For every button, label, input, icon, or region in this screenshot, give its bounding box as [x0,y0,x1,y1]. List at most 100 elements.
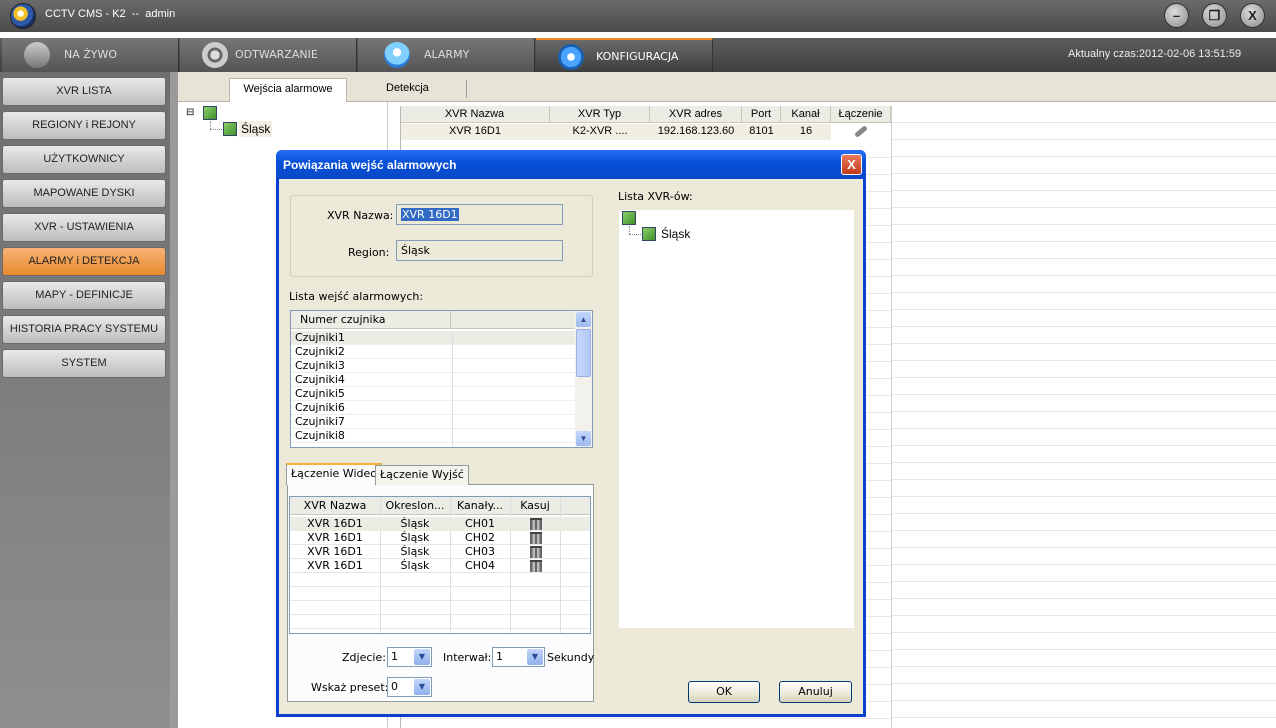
list-item[interactable]: Czujniki5 [291,387,575,401]
col-header[interactable]: XVR adres [650,106,742,123]
restore-button[interactable]: ❐ [1202,3,1227,28]
tab-konfiguracja[interactable]: KONFIGURACJA [536,38,713,72]
table-row[interactable]: XVR 16D1 Śląsk CH04 [290,559,590,573]
list-item[interactable]: Czujniki8 [291,429,575,443]
minimize-button[interactable]: – [1164,3,1189,28]
col-header-empty [451,311,575,329]
interval-label: Interwał: [443,651,492,664]
tree-connector [210,121,211,129]
table-row[interactable]: XVR 16D1 Śląsk CH03 [290,545,590,559]
list-item[interactable]: Czujniki4 [291,373,575,387]
window-title: CCTV CMS - K2 -- admin [45,8,176,20]
scroll-up-icon[interactable]: ▲ [576,312,591,327]
delete-icon[interactable] [530,532,542,544]
xvr-name-value: XVR 16D1 [401,208,459,221]
nav-xvr-ustawienia[interactable]: XVR - USTAWIENIA [2,213,166,242]
table-row[interactable]: XVR 16D1 Śląsk CH02 [290,531,590,545]
grid-cell-link[interactable] [831,124,891,140]
alarm-siren-icon [384,42,410,68]
table-row[interactable]: XVR 16D1 Śląsk CH01 [290,517,590,531]
dialog-body: XVR Nazwa: XVR 16D1 Region: Śląsk Lista … [279,179,863,714]
dialog-title-bar[interactable]: Powiązania wejść alarmowych X [276,150,866,179]
scroll-thumb[interactable] [576,329,591,377]
col-header[interactable]: Kanał [781,106,831,123]
tab-laczenie-wideo[interactable]: Łączenie Wideo [286,463,382,485]
video-link-table[interactable]: XVR Nazwa Okreslon... Kanały... Kasuj XV… [289,496,591,634]
nav-alarmy-detekcja[interactable]: ALARMY i DETEKCJA [2,247,166,276]
tab-wejscia-alarmowe[interactable]: Wejścia alarmowe [229,78,347,102]
nav-uzytkownicy[interactable]: UŻYTKOWNICY [2,145,166,174]
col-header[interactable]: Numer czujnika [291,311,451,329]
delete-icon[interactable] [530,518,542,530]
list-item[interactable]: Czujniki6 [291,401,575,415]
nav-system[interactable]: SYSTEM [2,349,166,378]
col-header[interactable]: Łączenie [831,106,891,123]
xvr-name-field[interactable]: XVR 16D1 [396,204,563,225]
close-button[interactable]: X [1240,3,1265,28]
photo-label: Zdjecie: [342,651,386,664]
preset-label: Wskaż preset: [311,681,389,694]
grid-cell[interactable]: XVR 16D1 [400,124,550,140]
grid-cell[interactable]: 16 [781,124,831,140]
nav-xvr-lista[interactable]: XVR LISTA [2,77,166,106]
tree-connector [629,226,630,234]
delete-icon[interactable] [530,560,542,572]
col-header[interactable]: Kasuj [510,499,560,512]
gear-icon [558,44,584,70]
grid-cell[interactable]: 192.168.123.60 [650,124,742,140]
col-header[interactable]: XVR Typ [550,106,650,123]
tab-alarmy[interactable]: ALARMY [358,38,535,72]
ok-button[interactable]: OK [688,681,760,703]
tree-root-icon [622,211,636,225]
xvr-tree[interactable]: Śląsk [619,210,854,628]
col-header[interactable]: XVR Nazwa [290,499,380,512]
nav-regiony[interactable]: REGIONY i REJONY [2,111,166,140]
link-icon[interactable] [854,125,868,138]
nav-divider [170,72,178,728]
tab-laczenie-wyjsc[interactable]: Łączenie Wyjść [375,465,469,485]
nav-mapy-definicje[interactable]: MAPY - DEFINICJE [2,281,166,310]
cancel-button[interactable]: Anuluj [779,681,852,703]
list-item[interactable]: Czujniki3 [291,359,575,373]
tab-label: ODTWARZANIE [235,48,318,61]
cell: Śląsk [400,545,430,558]
scroll-down-icon[interactable]: ▼ [576,431,591,446]
list-item[interactable]: Czujniki1 [291,331,575,345]
tree-item-slask[interactable]: Śląsk [239,121,273,137]
cell: Śląsk [400,559,430,572]
delete-icon[interactable] [530,546,542,558]
grid-cell[interactable]: 8101 [742,124,781,140]
alarm-inputs-list[interactable]: Numer czujnika Czujniki1 Czujniki2 Czujn… [290,310,593,448]
tree-collapse-icon[interactable]: ⊟ [186,107,194,118]
preset-select[interactable]: 0 ▼ [387,677,432,697]
chevron-down-icon[interactable]: ▼ [414,649,430,665]
col-header[interactable]: Kanały... [450,499,510,512]
region-field[interactable]: Śląsk [396,240,563,261]
list-item[interactable]: Czujniki7 [291,415,575,429]
list-item[interactable]: Czujniki2 [291,345,575,359]
interval-select[interactable]: 1 ▼ [492,647,545,667]
tab-detekcja[interactable]: Detekcja [376,78,439,102]
col-header[interactable]: Port [742,106,781,123]
nav-mapowane-dyski[interactable]: MAPOWANE DYSKI [2,179,166,208]
scrollbar[interactable]: ▲ ▼ [575,311,592,447]
tab-na-zywo[interactable]: NA ŻYWO [2,38,179,72]
app-logo-icon [10,3,36,29]
col-header[interactable]: XVR Nazwa [400,106,550,123]
nav-historia[interactable]: HISTORIA PRACY SYSTEMU [2,315,166,344]
tab-separator [466,80,467,98]
cell: CH01 [465,517,495,530]
xvr-tree-item[interactable]: Śląsk [661,227,690,241]
alarm-binding-dialog: Powiązania wejść alarmowych X XVR Nazwa:… [276,150,866,717]
grid-cell[interactable]: K2-XVR .... [550,124,650,140]
dialog-close-button[interactable]: X [841,154,862,175]
chevron-down-icon[interactable]: ▼ [414,679,430,695]
chevron-down-icon[interactable]: ▼ [527,649,543,665]
cell: XVR 16D1 [307,531,363,544]
tab-odtwarzanie[interactable]: ODTWARZANIE [180,38,357,72]
xvr-list-label: Lista XVR-ów: [618,190,693,203]
cell: CH03 [465,545,495,558]
tree-connector [210,129,222,130]
col-header[interactable]: Okreslon... [380,499,450,512]
photo-select[interactable]: 1 ▼ [387,647,432,667]
